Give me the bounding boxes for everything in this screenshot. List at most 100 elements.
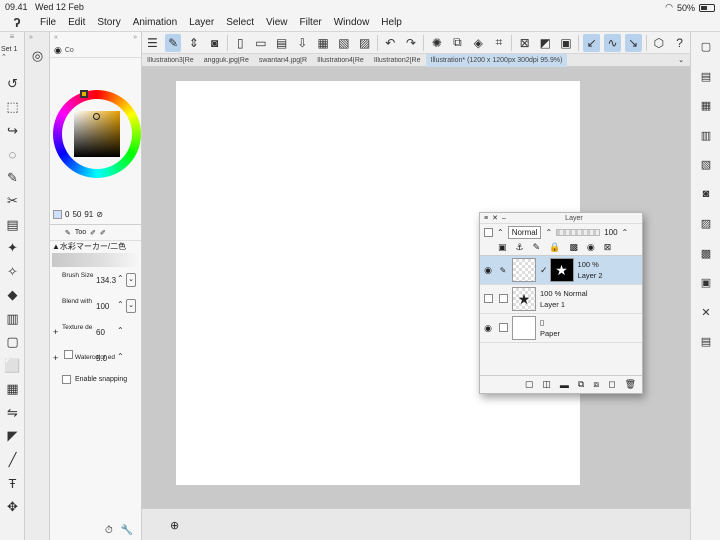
sparkle-tool-icon[interactable]: ✦ bbox=[0, 237, 25, 261]
navigator-panel-icon[interactable]: ▦ bbox=[691, 91, 720, 121]
subtool-tab-icon[interactable]: ✐ bbox=[100, 229, 106, 237]
sv-marker[interactable] bbox=[93, 113, 100, 120]
doc-tab[interactable]: Illustration2[Re bbox=[369, 57, 426, 64]
lock-transparency-icon[interactable]: ▩ bbox=[569, 242, 578, 253]
hue-marker[interactable] bbox=[80, 90, 88, 98]
toolbar-grip-icon[interactable]: ≡ bbox=[0, 32, 24, 44]
menu-view[interactable]: View bbox=[260, 17, 294, 28]
scissors-tool-icon[interactable]: ✂ bbox=[0, 190, 25, 214]
reference-layer-icon[interactable]: ⚓ bbox=[516, 242, 524, 253]
menu-select[interactable]: Select bbox=[220, 17, 260, 28]
blend-stepper-icon[interactable]: ⌃ bbox=[117, 300, 124, 309]
mask-enable-icon[interactable]: ◉ bbox=[587, 242, 595, 253]
move-layer-tool-icon[interactable]: ↪ bbox=[0, 119, 25, 143]
visibility-eye-icon[interactable]: ◉ bbox=[480, 323, 496, 334]
brush-size-dropdown-icon[interactable]: ⌄ bbox=[126, 273, 136, 287]
redo-icon[interactable]: ↷ bbox=[403, 34, 420, 52]
fill-icon[interactable]: ◈ bbox=[470, 34, 487, 52]
blend-mode-stepper-icon[interactable]: ⌃ bbox=[545, 228, 552, 237]
menu-edit[interactable]: Edit bbox=[62, 17, 91, 28]
smoothing-icon[interactable]: ∿ bbox=[604, 33, 621, 52]
selection-tool-icon[interactable]: ◌ bbox=[0, 143, 25, 167]
new-vector-layer-icon[interactable]: ◫ bbox=[542, 379, 551, 390]
frame-tool-icon[interactable]: ⬜ bbox=[0, 354, 25, 378]
decoration-tool-icon[interactable]: ✧ bbox=[0, 260, 25, 284]
navigator-icon[interactable]: ⊕ bbox=[170, 519, 179, 532]
menu-window[interactable]: Window bbox=[328, 17, 376, 28]
new-raster-layer-icon[interactable]: ▢ bbox=[525, 379, 534, 390]
export-png-icon[interactable]: ▦ bbox=[315, 34, 332, 52]
flip-tool-icon[interactable]: ⇋ bbox=[0, 401, 25, 425]
settings-wrench-icon[interactable]: 🔧 bbox=[121, 525, 133, 536]
save-icon[interactable]: ▤ bbox=[273, 34, 290, 52]
watercolor-checkbox[interactable] bbox=[64, 350, 73, 359]
edit-pen-icon[interactable]: ✎ bbox=[496, 266, 510, 275]
color-tab-label[interactable]: Co bbox=[65, 47, 74, 54]
watercolor-expand-icon[interactable]: + bbox=[53, 353, 58, 363]
snap-ruler-icon[interactable]: ◩ bbox=[537, 34, 554, 52]
menu-story[interactable]: Story bbox=[91, 17, 126, 28]
menu-file[interactable]: File bbox=[34, 17, 62, 28]
visibility-eye-icon[interactable]: ◉ bbox=[480, 265, 496, 276]
eyedropper-tool-icon[interactable]: ✎ bbox=[0, 166, 25, 190]
visibility-checkbox[interactable] bbox=[480, 293, 496, 305]
snapping-checkbox[interactable] bbox=[62, 375, 71, 384]
edit-checkbox[interactable] bbox=[496, 293, 510, 305]
brush-size-value[interactable]: 134.3 bbox=[96, 276, 116, 285]
edit-checkbox[interactable] bbox=[496, 322, 510, 334]
texture-stepper-icon[interactable]: ⌃ bbox=[117, 326, 124, 335]
tab-list-chevron-icon[interactable]: ⌄ bbox=[678, 56, 690, 64]
export-psd-icon[interactable]: ▨ bbox=[356, 34, 373, 52]
camera-icon[interactable]: ◙ bbox=[691, 180, 720, 210]
transform-icon[interactable]: ⌗ bbox=[491, 34, 508, 52]
tool-property-tab-icon[interactable]: ✎ bbox=[65, 229, 71, 237]
undo-icon[interactable]: ↶ bbox=[382, 34, 399, 52]
watercolor-stepper-icon[interactable]: ⌃ bbox=[117, 352, 124, 361]
operation-tool-icon[interactable]: ⬚ bbox=[0, 96, 25, 120]
ruler-tool-icon[interactable]: ◤ bbox=[0, 425, 25, 449]
combine-down-icon[interactable]: ⧈ bbox=[593, 379, 599, 390]
opacity-slider[interactable] bbox=[556, 228, 601, 236]
assets-icon[interactable]: ⬡ bbox=[651, 34, 668, 52]
doc-tab[interactable]: Illustration3[Re bbox=[142, 57, 199, 64]
export-icon[interactable]: ⇩ bbox=[294, 34, 311, 52]
lock-layer-icon[interactable]: 🔒 bbox=[549, 242, 560, 253]
snap-off-icon[interactable]: ⊠ bbox=[516, 34, 533, 52]
texture-value[interactable]: 60 bbox=[96, 328, 105, 337]
layer-property-icon[interactable]: ▤ bbox=[691, 62, 720, 92]
expand-icon[interactable]: » bbox=[133, 34, 137, 42]
draft-layer-icon[interactable]: ✎ bbox=[533, 242, 541, 253]
layer-row-layer1[interactable]: ★ 100 % Normal Layer 1 bbox=[480, 285, 642, 314]
color-mode-icon[interactable]: ⊘ bbox=[96, 210, 103, 219]
panel-strip-grip-icon[interactable]: » bbox=[25, 32, 49, 44]
search-layer-icon[interactable]: ▣ bbox=[691, 268, 720, 298]
layer-row-layer2[interactable]: ◉ ✎ ✓ ★ 100 % Layer 2 bbox=[480, 256, 642, 285]
doc-tab[interactable]: swantari4.jpg[R bbox=[254, 57, 312, 64]
blend-stepper-icon[interactable]: ⌃ bbox=[497, 228, 504, 237]
menu-help[interactable]: Help bbox=[375, 17, 408, 28]
text-tool-icon[interactable]: Ŧ bbox=[0, 472, 25, 496]
menu-animation[interactable]: Animation bbox=[127, 17, 183, 28]
companion-icon[interactable]: ◙ bbox=[206, 34, 223, 52]
clip-layer-icon[interactable]: ▣ bbox=[498, 242, 507, 253]
tool-set-selector[interactable]: Set 1 ⌃ bbox=[0, 44, 24, 72]
texture-expand-icon[interactable]: + bbox=[53, 327, 58, 337]
menu-icon[interactable]: ☰ bbox=[144, 34, 161, 52]
brush-size-stepper-icon[interactable]: ⌃ bbox=[117, 274, 124, 283]
export-jpg-icon[interactable]: ▧ bbox=[336, 34, 353, 52]
blend-dropdown-icon[interactable]: ⌄ bbox=[126, 299, 136, 313]
grid-tool-icon[interactable]: ▦ bbox=[0, 378, 25, 402]
create-mask-icon[interactable]: ◻ bbox=[608, 379, 615, 390]
mask-ruler-icon[interactable]: ⊠ bbox=[604, 242, 612, 253]
pen-pressure-icon[interactable]: ↘ bbox=[624, 33, 642, 52]
blend-tool-icon[interactable]: ◆ bbox=[0, 284, 25, 308]
smart-palette-icon[interactable]: ✎ bbox=[164, 33, 182, 52]
snap-grid-icon[interactable]: ▣ bbox=[558, 34, 575, 52]
line-tool-icon[interactable]: ╱ bbox=[0, 448, 25, 472]
layers-tool-icon[interactable]: ▤ bbox=[0, 213, 25, 237]
close-panel-icon[interactable]: ✕ bbox=[691, 298, 720, 328]
menu-filter[interactable]: Filter bbox=[293, 17, 327, 28]
watercolor-value[interactable]: 5.0 bbox=[96, 354, 107, 363]
move-tool-icon[interactable]: ✥ bbox=[0, 495, 25, 519]
hue-ring[interactable] bbox=[53, 90, 141, 178]
